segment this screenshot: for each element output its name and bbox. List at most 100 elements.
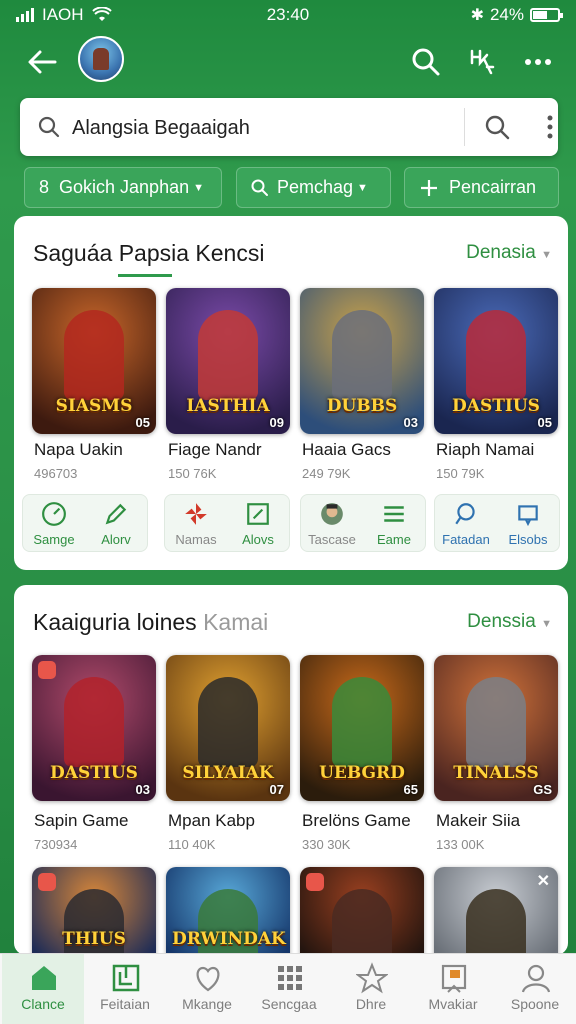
action-group: Samge Alorv <box>22 494 148 552</box>
section-more-label: Denasia <box>466 242 536 263</box>
app-name[interactable]: Makeir Siia <box>436 811 520 831</box>
heart-icon <box>196 966 220 992</box>
app-count: 150 79K <box>436 466 485 481</box>
chip-label: Gokich Janphan <box>59 177 190 197</box>
app-count: 133 00K <box>436 837 485 852</box>
filter-chip-search[interactable]: Pemchag ▼ <box>236 167 391 208</box>
chip-lead-number: 8 <box>39 177 50 197</box>
close-icon[interactable]: ✕ <box>537 871 550 891</box>
filter-bar: 8 Gokich Janphan ▼ Pemchag ▼ Pencairran <box>24 167 564 209</box>
app-tile[interactable]: DASTIUS 03 <box>32 655 156 801</box>
chip-label: Pemchag <box>277 177 354 197</box>
app-tile[interactable]: TINALSS GS <box>434 655 558 801</box>
action-label: Namas <box>175 532 217 547</box>
nav-item[interactable]: Mkange <box>166 954 248 1024</box>
action-button[interactable]: Samge <box>23 495 85 551</box>
action-label: Alovs <box>242 532 274 547</box>
battery-percent: 24% <box>489 5 524 24</box>
app-count: 249 79K <box>302 466 351 481</box>
app-badge: 09 <box>269 415 284 430</box>
avatar[interactable] <box>78 36 124 82</box>
action-label: Alorv <box>101 532 131 547</box>
nav-label: Mvakiar <box>428 996 478 1012</box>
app-count: 496703 <box>34 466 78 481</box>
app-tile[interactable] <box>300 867 424 955</box>
nav-item[interactable]: Mvakiar <box>412 954 494 1024</box>
app-name[interactable]: Brelöns Game <box>302 811 411 831</box>
app-name[interactable]: Mpan Kabp <box>168 811 255 831</box>
app-tile[interactable]: SILYAIAK 07 <box>166 655 290 801</box>
app-tile[interactable]: ✕ <box>434 867 558 955</box>
action-button[interactable]: Alorv <box>85 495 147 551</box>
back-arrow-icon[interactable] <box>22 42 62 82</box>
search-more-icon[interactable] <box>546 114 554 140</box>
app-logo-text: THIUS <box>62 929 126 949</box>
app-tile[interactable]: SIASMS 05 <box>32 288 156 434</box>
action-button[interactable]: Fatadan <box>435 495 497 551</box>
nav-item[interactable]: Dhre <box>330 954 412 1024</box>
apps-icon <box>278 966 302 990</box>
app-badge: 07 <box>269 782 284 797</box>
app-tile[interactable]: DUBBS 03 <box>300 288 424 434</box>
app-artwork <box>466 310 526 400</box>
app-tile[interactable]: DASTIUS 05 <box>434 288 558 434</box>
nav-item[interactable]: Spoone <box>494 954 576 1024</box>
app-badge: 05 <box>537 415 552 430</box>
pinwheel-icon <box>185 503 207 525</box>
search-icon[interactable] <box>406 42 446 82</box>
app-name[interactable]: Napa Uakin <box>34 440 123 460</box>
app-name[interactable]: Riaph Namai <box>436 440 534 460</box>
app-count: 730934 <box>34 837 78 852</box>
action-button[interactable]: Tascase <box>301 495 363 551</box>
app-name[interactable]: Sapin Game <box>34 811 129 831</box>
person-icon <box>521 964 551 993</box>
filter-chip-add[interactable]: Pencairran <box>404 167 559 208</box>
app-badge: 03 <box>403 415 418 430</box>
status-bar: IAOH 23:40 ✱ 24% <box>0 0 576 30</box>
translate-icon[interactable] <box>462 42 502 82</box>
app-artwork <box>332 310 392 400</box>
action-button[interactable]: Eame <box>363 495 425 551</box>
more-options-icon[interactable] <box>518 42 558 82</box>
action-label: Tascase <box>308 532 356 547</box>
section-title: Kaaiguria loines Kamai <box>33 609 268 636</box>
action-button[interactable]: Namas <box>165 495 227 551</box>
section-more-link[interactable]: Denssia ▼ <box>467 611 552 633</box>
nav-label: Clance <box>21 996 65 1012</box>
app-tile[interactable]: IASTHIA 09 <box>166 288 290 434</box>
battery-icon <box>530 8 563 22</box>
section-categories: Kaaiguria loines Kamai Denssia ▼ DASTIUS… <box>14 585 568 955</box>
gauge-icon <box>42 502 66 526</box>
app-badge: 03 <box>135 782 150 797</box>
app-name[interactable]: Haaia Gacs <box>302 440 391 460</box>
corner-badge <box>38 661 56 679</box>
app-tile[interactable]: DRWINDAK <box>166 867 290 955</box>
app-tile[interactable]: UEBGRD 65 <box>300 655 424 801</box>
nav-item[interactable]: Feitaian <box>84 954 166 1024</box>
bluetooth-icon: ✱ <box>470 7 484 24</box>
app-badge: 05 <box>135 415 150 430</box>
section-more-label: Denssia <box>467 611 536 632</box>
section-featured: Saguáa Papsia Kencsi Denasia ▼ SIASMS 05 N… <box>14 216 568 570</box>
flag-icon <box>441 964 467 993</box>
action-group: Fatadan Elsobs <box>434 494 560 552</box>
app-artwork <box>64 677 124 767</box>
app-name[interactable]: Fiage Nandr <box>168 440 262 460</box>
section-title-text: Kaaiguria loines <box>33 609 197 635</box>
app-bar <box>0 32 576 92</box>
action-label: Fatadan <box>442 532 490 547</box>
search-submit-icon[interactable] <box>484 114 510 140</box>
app-artwork <box>198 310 258 400</box>
action-button[interactable]: Elsobs <box>497 495 559 551</box>
nav-label: Feitaian <box>100 996 150 1012</box>
nav-item[interactable]: Clance <box>2 954 84 1024</box>
filter-chip-category[interactable]: 8 Gokich Janphan ▼ <box>24 167 222 208</box>
app-artwork <box>332 889 392 955</box>
action-button[interactable]: Alovs <box>227 495 289 551</box>
nav-label: Mkange <box>182 996 232 1012</box>
section-more-link[interactable]: Denasia ▼ <box>466 242 552 264</box>
app-logo-text: DUBBS <box>326 396 398 416</box>
nav-item[interactable]: Sencgaa <box>248 954 330 1024</box>
search-input[interactable]: Alangsia Begaaigah <box>20 98 558 156</box>
app-tile[interactable]: THIUS <box>32 867 156 955</box>
